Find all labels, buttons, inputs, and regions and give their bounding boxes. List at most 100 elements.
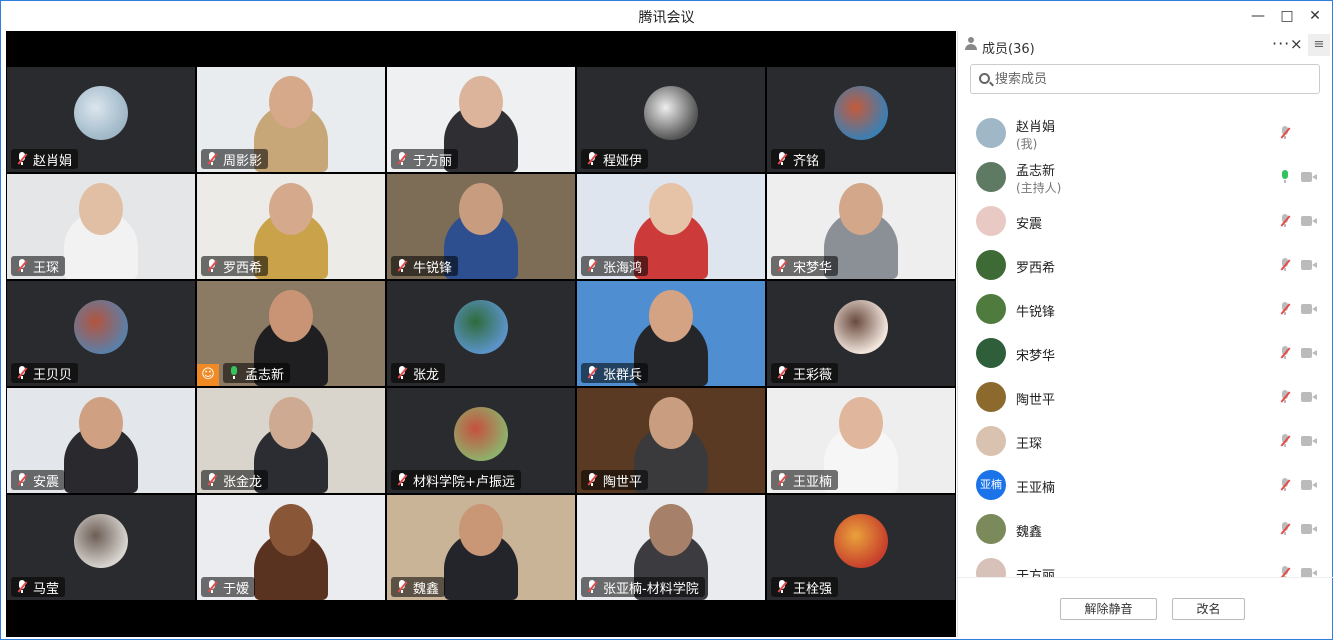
member-row[interactable]: 罗西希: [958, 243, 1333, 287]
member-row[interactable]: 于方丽: [958, 551, 1333, 577]
mic-muted-icon: [15, 259, 29, 273]
video-tile[interactable]: 安震: [7, 388, 195, 493]
member-avatar: [976, 558, 1006, 577]
mic-muted-icon[interactable]: [1278, 258, 1292, 272]
video-tile[interactable]: 材料学院+卢振远: [387, 388, 575, 493]
mic-muted-icon: [775, 152, 789, 166]
participant-name: 宋梦华: [793, 260, 833, 276]
video-tile[interactable]: 牛锐锋: [387, 174, 575, 279]
member-name: 魏鑫: [1016, 525, 1043, 540]
mic-muted-icon: [585, 580, 599, 594]
mic-muted-icon[interactable]: [1278, 478, 1292, 492]
mic-muted-icon: [585, 473, 599, 487]
participant-name: 魏鑫: [413, 581, 440, 597]
camera-icon[interactable]: [1301, 480, 1317, 490]
video-tile[interactable]: ☺ 孟志新: [197, 281, 385, 386]
video-tile[interactable]: 王彩薇: [767, 281, 955, 386]
video-tile[interactable]: 张龙: [387, 281, 575, 386]
camera-icon[interactable]: [1301, 568, 1317, 577]
member-row[interactable]: 宋梦华: [958, 331, 1333, 375]
camera-icon[interactable]: [1301, 304, 1317, 314]
name-tag: 王贝贝: [11, 363, 79, 383]
member-row[interactable]: 魏鑫: [958, 507, 1333, 551]
member-avatar: [976, 514, 1006, 544]
participant-avatar: [834, 86, 888, 141]
minimize-icon[interactable]: —: [1248, 6, 1268, 26]
mic-muted-icon[interactable]: [1278, 302, 1292, 316]
video-tile[interactable]: 宋梦华: [767, 174, 955, 279]
menu-icon[interactable]: ≡: [1308, 34, 1330, 56]
video-tile[interactable]: 罗西希: [197, 174, 385, 279]
member-name: 赵肖娟: [1016, 120, 1056, 135]
rename-button[interactable]: 改名: [1172, 598, 1245, 620]
mic-muted-icon[interactable]: [1278, 346, 1292, 360]
member-search[interactable]: [970, 64, 1320, 94]
member-row[interactable]: 亚楠 王亚楠: [958, 463, 1333, 507]
participant-name: 罗西希: [223, 260, 263, 276]
mic-on-icon: [227, 366, 241, 380]
mic-muted-icon[interactable]: [1278, 566, 1292, 577]
member-row[interactable]: 陶世平: [958, 375, 1333, 419]
mic-muted-icon[interactable]: [1278, 126, 1292, 140]
video-tile[interactable]: 王贝贝: [7, 281, 195, 386]
member-avatar: 亚楠: [976, 470, 1006, 500]
video-tile[interactable]: 王琛: [7, 174, 195, 279]
video-tile[interactable]: 魏鑫: [387, 495, 575, 600]
name-tag: 安震: [11, 470, 66, 490]
member-avatar: [976, 426, 1006, 456]
close-panel-icon[interactable]: ×: [1290, 35, 1303, 53]
camera-icon[interactable]: [1301, 436, 1317, 446]
camera-icon[interactable]: [1301, 172, 1317, 182]
user-icon: [964, 37, 978, 51]
member-row[interactable]: 王琛: [958, 419, 1333, 463]
video-tile[interactable]: 张群兵: [577, 281, 765, 386]
video-tile[interactable]: 王亚楠: [767, 388, 955, 493]
video-tile[interactable]: 于嫒: [197, 495, 385, 600]
camera-icon[interactable]: [1301, 524, 1317, 534]
mic-muted-icon: [395, 152, 409, 166]
name-tag: 张群兵: [581, 363, 649, 383]
mic-on-icon[interactable]: [1278, 170, 1292, 184]
video-tile[interactable]: 张海鸿: [577, 174, 765, 279]
mic-muted-icon[interactable]: [1278, 390, 1292, 404]
mic-muted-icon: [205, 259, 219, 273]
video-tile[interactable]: 周影影: [197, 67, 385, 172]
mic-muted-icon: [585, 259, 599, 273]
video-tile[interactable]: 张亚楠-材料学院: [577, 495, 765, 600]
video-tile[interactable]: 赵肖娟: [7, 67, 195, 172]
participant-name: 牛锐锋: [413, 260, 453, 276]
mic-muted-icon: [395, 366, 409, 380]
video-tile[interactable]: 齐铭: [767, 67, 955, 172]
camera-icon[interactable]: [1301, 216, 1317, 226]
close-window-icon[interactable]: ✕: [1305, 6, 1325, 26]
member-row[interactable]: 安震: [958, 199, 1333, 243]
name-tag: 于嫒: [201, 577, 256, 597]
participant-name: 于方丽: [413, 153, 453, 169]
mic-muted-icon[interactable]: [1278, 522, 1292, 536]
participant-avatar: [74, 86, 128, 141]
camera-icon[interactable]: [1301, 260, 1317, 270]
video-area: 赵肖娟 周影影 于方丽 程娅伊 齐铭王琛 罗西希 牛锐锋 张海鸿 宋梦华王贝贝 ☺ 孟志新 张龙 张群兵…: [6, 31, 956, 637]
name-tag: 罗西希: [201, 256, 269, 276]
participant-avatar: [644, 86, 698, 141]
member-row[interactable]: 牛锐锋: [958, 287, 1333, 331]
mic-muted-icon[interactable]: [1278, 214, 1292, 228]
video-tile[interactable]: 马莹: [7, 495, 195, 600]
name-tag: 王琛: [11, 256, 66, 276]
member-row[interactable]: 孟志新 (主持人): [958, 155, 1333, 199]
video-tile[interactable]: 陶世平: [577, 388, 765, 493]
member-row[interactable]: 赵肖娟 (我): [958, 111, 1333, 155]
video-tile[interactable]: 程娅伊: [577, 67, 765, 172]
participant-name: 张金龙: [223, 474, 263, 490]
camera-icon[interactable]: [1301, 348, 1317, 358]
mic-muted-icon[interactable]: [1278, 434, 1292, 448]
member-search-input[interactable]: [995, 69, 1315, 89]
maximize-icon[interactable]: □: [1277, 6, 1297, 26]
video-tile[interactable]: 王栓强: [767, 495, 955, 600]
video-tile[interactable]: 张金龙: [197, 388, 385, 493]
camera-icon[interactable]: [1301, 392, 1317, 402]
member-name: 宋梦华: [1016, 349, 1056, 364]
more-icon[interactable]: ···: [1272, 34, 1290, 53]
video-tile[interactable]: 于方丽: [387, 67, 575, 172]
unmute-button[interactable]: 解除静音: [1060, 598, 1157, 620]
